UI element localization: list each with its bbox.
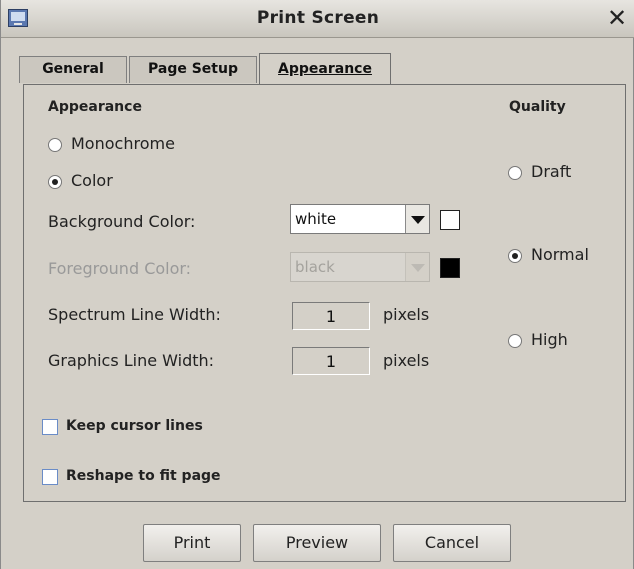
foreground-color-select[interactable]: black [290, 252, 430, 282]
spectrum-line-width-label: Spectrum Line Width: [48, 305, 221, 324]
foreground-color-swatch[interactable] [440, 258, 460, 278]
normal-label: Normal [531, 245, 589, 264]
tab-general[interactable]: General [19, 56, 127, 83]
background-color-select[interactable]: white [290, 204, 430, 234]
chevron-down-icon[interactable] [405, 205, 429, 233]
appearance-heading: Appearance [48, 99, 142, 115]
foreground-color-value: black [295, 258, 335, 276]
tab-general-label: General [42, 61, 104, 77]
spectrum-line-width-field[interactable]: 1 [292, 302, 370, 330]
window-title: Print Screen [256, 8, 380, 28]
preview-button[interactable]: Preview [253, 524, 381, 562]
background-color-value: white [295, 210, 337, 228]
monochrome-radio[interactable] [48, 138, 62, 152]
foreground-color-label: Foreground Color: [48, 259, 192, 278]
draft-radio[interactable] [508, 166, 522, 180]
cancel-button[interactable]: Cancel [393, 524, 511, 562]
print-screen-dialog: Print Screen ✕ General Page Setup Appear… [0, 0, 634, 569]
high-label: High [531, 330, 568, 349]
draft-label: Draft [531, 162, 572, 181]
monochrome-label: Monochrome [71, 134, 175, 153]
high-radio[interactable] [508, 334, 522, 348]
title-bar: Print Screen ✕ [1, 0, 634, 38]
tab-page-setup[interactable]: Page Setup [129, 56, 257, 83]
print-button[interactable]: Print [143, 524, 241, 562]
spectrum-unit-label: pixels [383, 305, 430, 324]
graphics-line-width-field[interactable]: 1 [292, 347, 370, 375]
reshape-to-fit-page-checkbox[interactable] [42, 469, 58, 485]
keep-cursor-lines-label: Keep cursor lines [66, 418, 203, 434]
chevron-down-icon[interactable] [405, 253, 429, 281]
keep-cursor-lines-checkbox[interactable] [42, 419, 58, 435]
tab-appearance-label: Appearance [278, 61, 372, 77]
color-radio[interactable] [48, 175, 62, 189]
reshape-to-fit-page-label: Reshape to fit page [66, 468, 221, 484]
background-color-label: Background Color: [48, 212, 196, 231]
background-color-swatch[interactable] [440, 210, 460, 230]
graphics-line-width-label: Graphics Line Width: [48, 351, 215, 370]
color-label: Color [71, 171, 113, 190]
quality-heading: Quality [509, 99, 566, 115]
graphics-unit-label: pixels [383, 351, 430, 370]
tab-page-setup-label: Page Setup [148, 61, 238, 77]
tab-appearance[interactable]: Appearance [259, 53, 391, 84]
close-icon[interactable]: ✕ [603, 4, 631, 32]
normal-radio[interactable] [508, 249, 522, 263]
